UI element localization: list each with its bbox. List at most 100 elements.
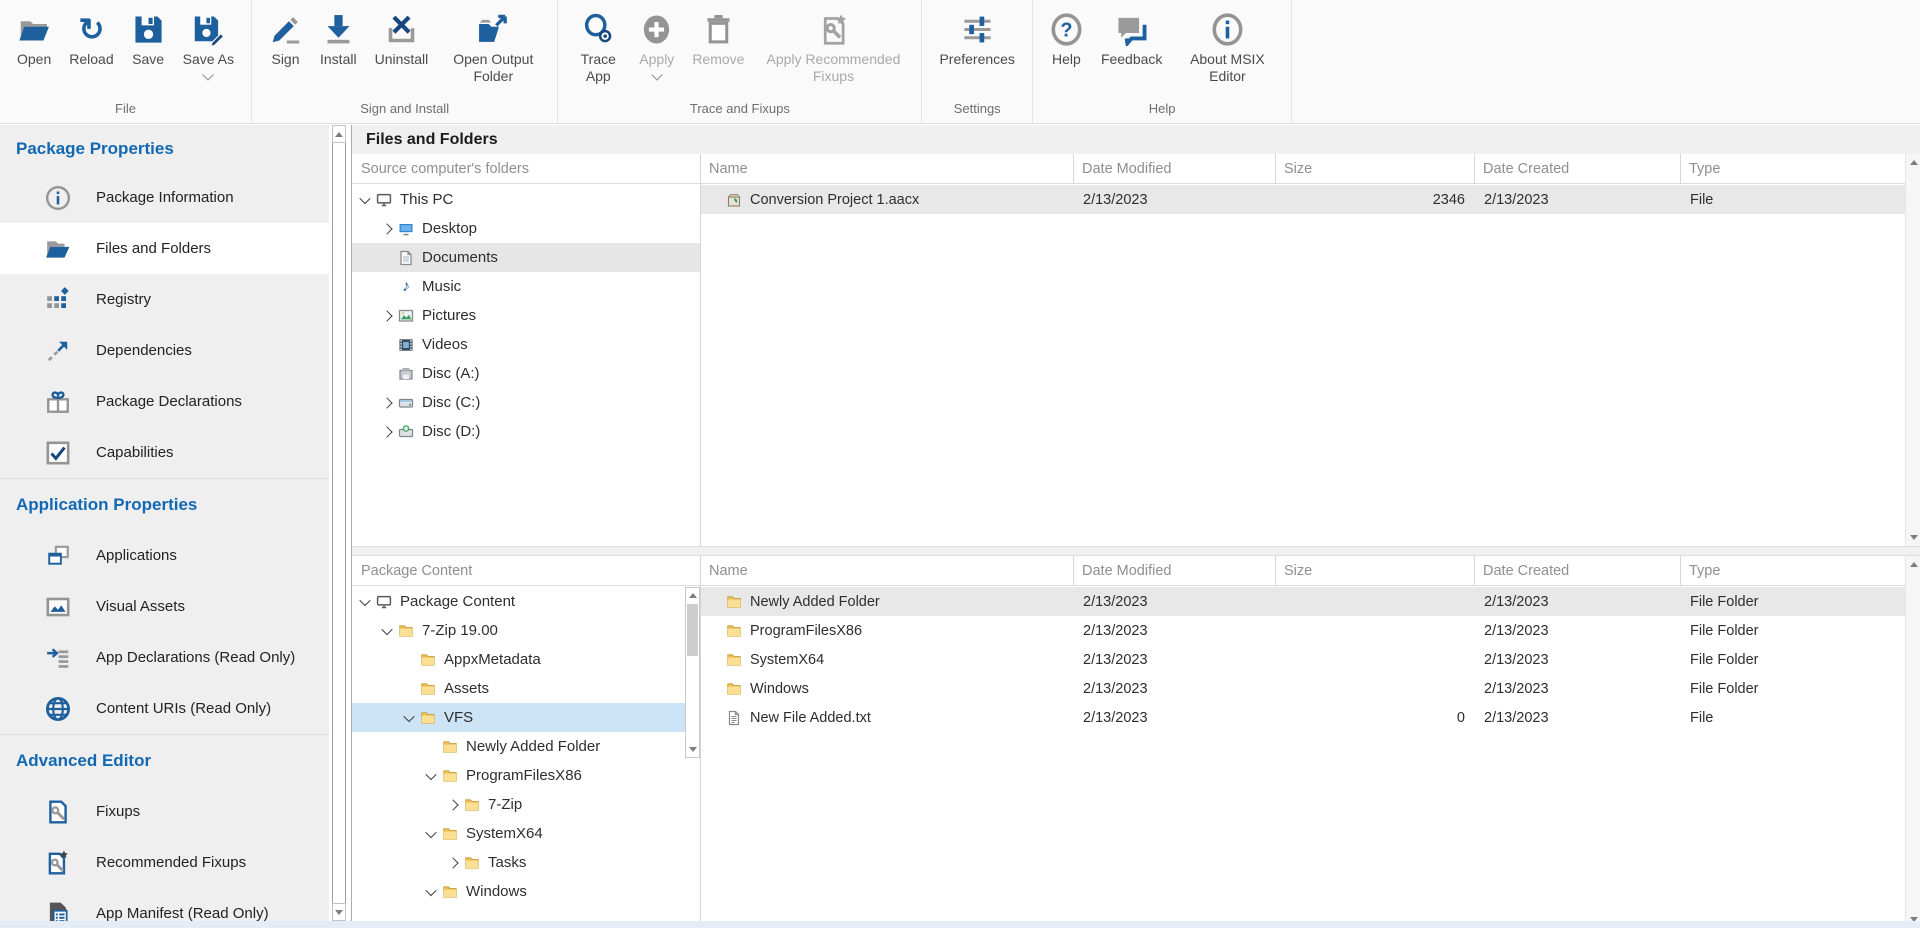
sidebar-item-package-declarations[interactable]: Package Declarations: [0, 376, 329, 427]
chevron-right-icon[interactable]: [378, 220, 395, 237]
tree-item-documents[interactable]: Documents: [352, 243, 700, 272]
file-row-windows[interactable]: Windows2/13/20232/13/2023File Folder: [701, 674, 1905, 703]
sidebar-scrollbar-track[interactable]: [332, 125, 346, 921]
scroll-down-button[interactable]: [1906, 530, 1920, 545]
tree-item-systemx64[interactable]: SystemX64: [352, 819, 685, 848]
column-header-name[interactable]: Name: [701, 154, 1073, 183]
tree-item-music[interactable]: ♪Music: [352, 272, 700, 301]
open-button[interactable]: Open: [8, 7, 60, 68]
column-header-date-modified[interactable]: Date Modified: [1073, 556, 1275, 585]
sidebar-item-applications[interactable]: Applications: [0, 530, 329, 581]
package-tree-scrollbar[interactable]: [685, 587, 700, 758]
tree-item-7-zip[interactable]: 7-Zip: [352, 790, 685, 819]
file-row-new-file-added-txt[interactable]: New File Added.txt2/13/202302/13/2023Fil…: [701, 703, 1905, 732]
panel-splitter[interactable]: [352, 546, 1920, 556]
column-header-name[interactable]: Name: [701, 556, 1073, 585]
open-output-folder-button[interactable]: Open Output Folder: [437, 7, 549, 85]
tree-item-label: Newly Added Folder: [466, 738, 600, 755]
tree-item-desktop[interactable]: Desktop: [352, 214, 700, 243]
uninstall-button[interactable]: Uninstall: [366, 7, 438, 68]
scroll-up-button[interactable]: [1906, 557, 1920, 572]
chevron-right-icon[interactable]: [378, 394, 395, 411]
chevron-down-icon[interactable]: [356, 191, 373, 208]
file-name: Newly Added Folder: [750, 594, 880, 610]
tree-item-disc-c[interactable]: Disc (C:): [352, 388, 700, 417]
chevron-right-icon[interactable]: [378, 423, 395, 440]
tree-item-pictures[interactable]: Pictures: [352, 301, 700, 330]
reload-button[interactable]: ↻Reload: [60, 7, 122, 68]
chevron-down-icon[interactable]: [203, 69, 214, 80]
sidebar-item-capabilities[interactable]: Capabilities: [0, 427, 329, 478]
install-button[interactable]: Install: [311, 7, 366, 68]
tree-item-assets[interactable]: Assets: [352, 674, 685, 703]
preferences-icon: [961, 7, 994, 51]
sidebar-item-registry[interactable]: Registry: [0, 274, 329, 325]
tree-item-label: Desktop: [422, 220, 477, 237]
save-as-button[interactable]: Save As: [174, 7, 243, 79]
sign-button[interactable]: Sign: [260, 7, 311, 68]
tree-item-appxmetadata[interactable]: AppxMetadata: [352, 645, 685, 674]
remove-button[interactable]: Remove: [683, 7, 753, 68]
scroll-up-button[interactable]: [1906, 155, 1920, 170]
tree-item-windows[interactable]: Windows: [352, 877, 685, 906]
about-msix-editor-button[interactable]: About MSIX Editor: [1171, 7, 1283, 85]
chevron-down-icon[interactable]: [422, 825, 439, 842]
tree-item-vfs[interactable]: VFS: [352, 703, 685, 732]
column-header-size[interactable]: Size: [1275, 556, 1474, 585]
trace-app-button[interactable]: Trace App: [566, 7, 630, 85]
column-header-date-created[interactable]: Date Created: [1474, 154, 1680, 183]
feedback-button[interactable]: Feedback: [1092, 7, 1171, 68]
sidebar-item-files-and-folders[interactable]: Files and Folders: [0, 223, 329, 274]
apply-recommended-fixups-button[interactable]: Apply Recommended Fixups: [753, 7, 913, 85]
sidebar-scroll-up-button[interactable]: [332, 125, 346, 143]
chevron-spacer: [400, 680, 417, 697]
help-button[interactable]: ?Help: [1041, 7, 1092, 68]
sidebar-scroll-down-button[interactable]: [332, 903, 346, 921]
sidebar-item-dependencies[interactable]: Dependencies: [0, 325, 329, 376]
tree-item-7-zip-19-00[interactable]: 7-Zip 19.00: [352, 616, 685, 645]
globe-icon: [44, 695, 71, 722]
tree-item-disc-a[interactable]: Disc (A:): [352, 359, 700, 388]
column-header-type[interactable]: Type: [1680, 556, 1905, 585]
apply-button[interactable]: Apply: [630, 7, 683, 79]
chevron-down-icon[interactable]: [422, 767, 439, 784]
sidebar-scrollbar[interactable]: [329, 125, 350, 921]
file-row-newly-added-folder[interactable]: Newly Added Folder2/13/20232/13/2023File…: [701, 587, 1905, 616]
chevron-down-icon[interactable]: [651, 69, 662, 80]
chevron-down-icon[interactable]: [356, 593, 373, 610]
tree-item-tasks[interactable]: Tasks: [352, 848, 685, 877]
chevron-right-icon[interactable]: [444, 854, 461, 871]
column-header-type[interactable]: Type: [1680, 154, 1905, 183]
file-row-conversion-project-1-aacx[interactable]: Conversion Project 1.aacx2/13/202323462/…: [701, 185, 1905, 214]
tree-item-package-content[interactable]: Package Content: [352, 587, 685, 616]
sidebar-item-recommended-fixups[interactable]: Recommended Fixups: [0, 837, 329, 888]
column-header-date-created[interactable]: Date Created: [1474, 556, 1680, 585]
column-header-size[interactable]: Size: [1275, 154, 1474, 183]
chevron-right-icon[interactable]: [444, 796, 461, 813]
source-files-scrollbar[interactable]: [1905, 154, 1920, 546]
sidebar-item-package-information[interactable]: Package Information: [0, 172, 329, 223]
tree-item-newly-added-folder[interactable]: Newly Added Folder: [352, 732, 685, 761]
sidebar-item-content-uris-read-only[interactable]: Content URIs (Read Only): [0, 683, 329, 734]
tree-item-disc-d[interactable]: Disc (D:): [352, 417, 700, 446]
preferences-button[interactable]: Preferences: [930, 7, 1023, 68]
chevron-right-icon[interactable]: [378, 307, 395, 324]
sidebar-item-fixups[interactable]: Fixups: [0, 786, 329, 837]
scroll-down-button[interactable]: [686, 742, 699, 757]
chevron-down-icon[interactable]: [422, 883, 439, 900]
chevron-down-icon[interactable]: [400, 709, 417, 726]
sidebar-item-app-declarations-read-only[interactable]: App Declarations (Read Only): [0, 632, 329, 683]
file-row-systemx64[interactable]: SystemX642/13/20232/13/2023File Folder: [701, 645, 1905, 674]
appwindows-icon: [44, 542, 71, 569]
package-files-scrollbar[interactable]: [1905, 556, 1920, 928]
scroll-up-button[interactable]: [686, 588, 699, 603]
sidebar-item-visual-assets[interactable]: Visual Assets: [0, 581, 329, 632]
file-row-programfilesx86[interactable]: ProgramFilesX862/13/20232/13/2023File Fo…: [701, 616, 1905, 645]
column-header-date-modified[interactable]: Date Modified: [1073, 154, 1275, 183]
tree-item-videos[interactable]: Videos: [352, 330, 700, 359]
scrollbar-thumb[interactable]: [687, 604, 698, 656]
tree-item-programfilesx86[interactable]: ProgramFilesX86: [352, 761, 685, 790]
chevron-down-icon[interactable]: [378, 622, 395, 639]
save-button[interactable]: Save: [123, 7, 174, 68]
tree-item-this-pc[interactable]: This PC: [352, 185, 700, 214]
